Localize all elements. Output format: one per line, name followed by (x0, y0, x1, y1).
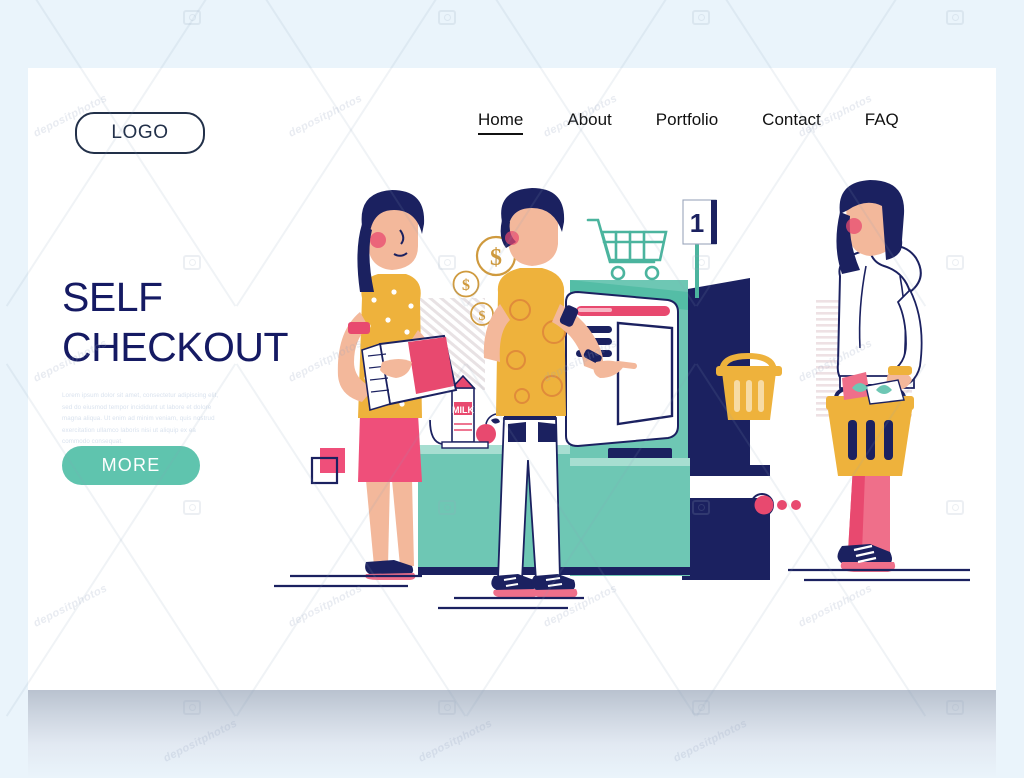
headline-line-2: CHECKOUT (62, 324, 289, 371)
more-button[interactable]: MORE (62, 446, 200, 485)
kiosk-navy-body (682, 278, 778, 580)
logo-label: LOGO (111, 122, 169, 143)
nav-item-home[interactable]: Home (478, 110, 524, 135)
hero-illustration: $ $ $ 1 MILK (270, 180, 970, 640)
milk-carton-label: MILK (452, 405, 474, 415)
svg-text:$: $ (490, 245, 502, 271)
apple-item (476, 413, 500, 444)
nav-item-contact[interactable]: Contact (762, 110, 821, 130)
decor-squares (310, 448, 345, 485)
svg-text:$: $ (462, 277, 470, 294)
hero-body-text: Lorem ipsum dolor sit amet, consectetur … (62, 392, 219, 446)
page-reflection (28, 690, 996, 778)
site-logo[interactable]: LOGO (75, 112, 205, 154)
headline-line-1: SELF (62, 274, 163, 320)
nav-item-about[interactable]: About (567, 110, 611, 130)
character-woman-with-basket (826, 180, 923, 572)
nav-item-portfolio[interactable]: Portfolio (656, 110, 718, 130)
page-title: SELF CHECKOUT (62, 272, 289, 372)
kiosk-number-sign: 1 (682, 199, 717, 298)
svg-text:$: $ (479, 309, 486, 324)
shopping-cart-icon (586, 218, 668, 281)
main-navigation: Home About Portfolio Contact FAQ (478, 110, 899, 135)
nav-item-faq[interactable]: FAQ (865, 110, 899, 130)
kiosk-number-label: 1 (690, 208, 704, 238)
